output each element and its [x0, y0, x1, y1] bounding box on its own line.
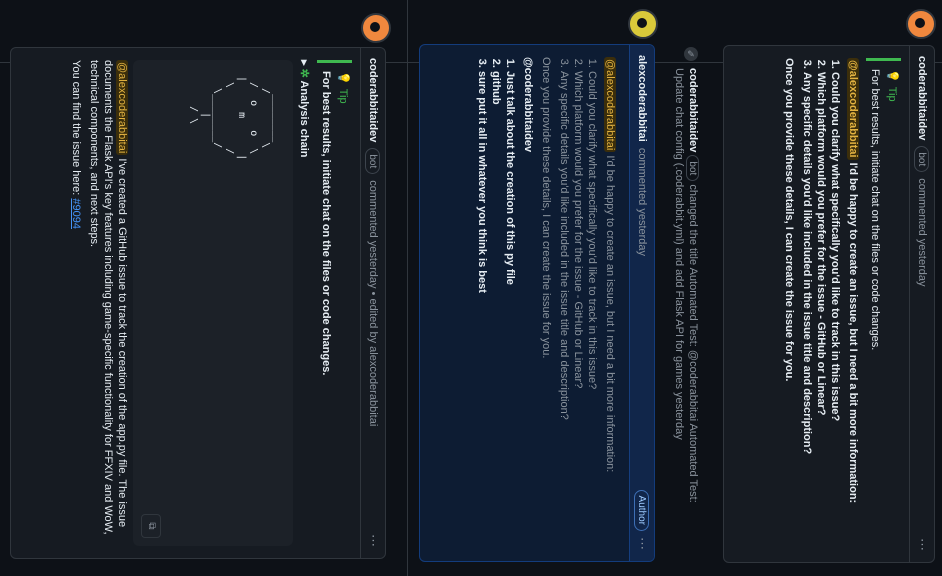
bot-badge: bot	[914, 146, 930, 173]
ascii-art: ________ / \ / o o \ | m | \ / \________…	[188, 76, 283, 161]
intro-text: I'd be happy to create an issue, but I n…	[604, 152, 616, 473]
list-item: Could you clarify what specifically you'…	[585, 71, 599, 549]
comment-author[interactable]: coderabbitaidev	[916, 56, 928, 140]
comment-meta[interactable]: commented yesterday	[636, 148, 648, 256]
analysis-chain-label: Analysis chain	[298, 80, 310, 158]
tip-callout: 💡 Tip For best results, initiate chat on …	[866, 58, 901, 550]
coderabbit-avatar-1[interactable]	[906, 9, 936, 39]
bot-badge: bot	[365, 148, 381, 175]
mention-link[interactable]: @alexcoderabbitai	[847, 58, 859, 160]
comment-2: alexcoderabbitai commented yesterday Aut…	[419, 44, 655, 562]
list-item: Which platform would you prefer for the …	[814, 72, 828, 550]
comment-meta[interactable]: commented yesterday	[916, 178, 928, 286]
tip-text: For best results, initiate chat on the f…	[869, 69, 881, 351]
alex-avatar[interactable]	[628, 9, 658, 39]
ascii-art-block: ________ / \ / o o \ | m | \ / \________…	[133, 60, 293, 546]
comment-3-header: coderabbitaidev bot commented yesterday …	[360, 48, 385, 558]
intro-text: I'd be happy to create an issue, but I n…	[847, 159, 859, 504]
outro-text: Once you provide these details, I can cr…	[540, 57, 552, 359]
kebab-icon[interactable]: ⋯	[634, 537, 650, 551]
coderabbit-avatar-3[interactable]	[361, 13, 391, 43]
bot-badge: bot	[686, 155, 699, 182]
column-divider	[407, 0, 408, 576]
outro-text: Once you provide these details, I can cr…	[783, 58, 795, 382]
comment-3: coderabbitaidev bot commented yesterday …	[10, 47, 386, 559]
reply-item: Just talk about the creation of this py …	[503, 71, 517, 549]
list-item: Which platform would you prefer for the …	[571, 71, 585, 549]
tip-title: Tip	[337, 88, 349, 104]
comment-author[interactable]: coderabbitaidev	[367, 58, 379, 142]
list-item: Any specific details you'd like included…	[800, 72, 814, 550]
lightbulb-icon: 💡	[886, 69, 898, 83]
list-item: Could you clarify what specifically you'…	[828, 72, 842, 550]
comment-1: coderabbitaidev bot commented yesterday …	[723, 45, 935, 563]
kebab-icon[interactable]: ⋯	[914, 538, 930, 552]
issue-link[interactable]: #9094	[70, 198, 82, 229]
mention-link[interactable]: @alexcoderabbitai	[604, 57, 616, 153]
tip-text: For best results, initiate chat on the f…	[320, 71, 332, 376]
comment-author[interactable]: alexcoderabbitai	[636, 55, 648, 142]
author-badge: Author	[634, 489, 650, 531]
lightbulb-icon: 💡	[337, 71, 349, 85]
comment-2-header: alexcoderabbitai commented yesterday Aut…	[629, 45, 654, 561]
analysis-chain-toggle[interactable]: ▸ ✲ Analysis chain	[297, 60, 311, 546]
tip-title: Tip	[886, 86, 898, 102]
kebab-icon[interactable]: ⋯	[365, 534, 381, 548]
reply-item: github	[489, 71, 503, 549]
copy-icon[interactable]: ⧉	[141, 514, 161, 538]
comment-meta[interactable]: commented yesterday • edited by alexcode…	[367, 180, 379, 426]
event-actor[interactable]: coderabbitaidev	[687, 68, 699, 152]
mention-link[interactable]: @alexcoderabbitai	[116, 60, 128, 156]
list-item: Any specific details you'd like included…	[557, 71, 571, 549]
puzzle-icon: ✲	[298, 68, 310, 78]
reply-mention[interactable]: @coderabbitaidev	[521, 57, 535, 549]
reply-item: sure put it all in whatever you think is…	[475, 71, 489, 549]
tip-callout: 💡 Tip For best results, initiate chat on …	[317, 60, 352, 546]
title-change-event: coderabbitaidev bot changed the title Au…	[672, 68, 700, 538]
comment-1-header: coderabbitaidev bot commented yesterday …	[909, 46, 934, 562]
issue-prefix: You can find the issue here:	[70, 60, 82, 199]
pencil-icon: ✎	[684, 47, 698, 61]
